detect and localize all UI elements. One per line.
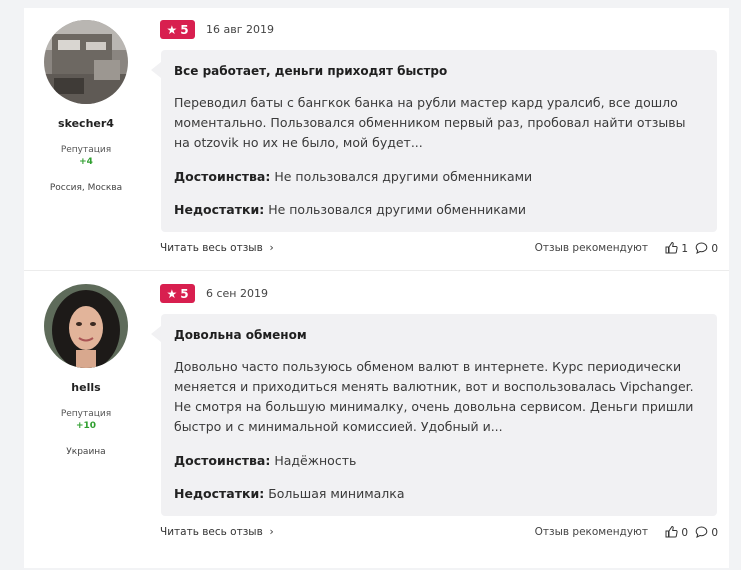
read-more-label: Читать весь отзыв <box>160 526 263 538</box>
username[interactable]: hells <box>24 381 148 394</box>
review-title[interactable]: Довольна обменом <box>174 328 307 342</box>
review-footer: Читать весь отзыв › Отзыв рекомендуют 0 … <box>160 526 718 544</box>
review-title[interactable]: Все работает, деньги приходят быстро <box>174 64 447 78</box>
review-item: hells Репутация +10 Украина ★ 5 6 сен 20… <box>24 270 729 570</box>
like-count: 1 <box>681 243 688 255</box>
like-button[interactable]: 1 <box>665 242 688 255</box>
cons-text: Не пользовался другими обменниками <box>268 202 527 217</box>
rating-value: 5 <box>180 286 189 301</box>
reviews-card: skecher4 Репутация +4 Россия, Москва ★ 5… <box>24 8 729 568</box>
rating-badge: ★ 5 <box>160 20 195 39</box>
read-more-link[interactable]: Читать весь отзыв › <box>160 242 274 254</box>
review-pros: Достоинства: Не пользовался другими обме… <box>174 169 532 184</box>
reputation-value: +4 <box>79 157 93 167</box>
recommend-label: Отзыв рекомендуют <box>534 242 648 254</box>
read-more-link[interactable]: Читать весь отзыв › <box>160 526 274 538</box>
review-pros: Достоинства: Надёжность <box>174 453 356 468</box>
review-text: Довольно часто пользуюсь обменом валют в… <box>174 359 694 434</box>
review-text: Переводил баты с бангкок банка на рубли … <box>174 95 686 150</box>
user-location: Украина <box>66 447 106 457</box>
review-date: 16 авг 2019 <box>206 23 274 36</box>
username[interactable]: skecher4 <box>24 117 148 130</box>
star-icon: ★ <box>166 22 178 37</box>
recommend-label: Отзыв рекомендуют <box>534 526 648 538</box>
comments-button[interactable]: 0 <box>695 242 718 255</box>
cons-label: Недостатки: <box>174 486 265 501</box>
comment-count: 0 <box>711 243 718 255</box>
avatar[interactable] <box>44 20 128 104</box>
review-body: Довольна обменом Довольно часто пользуюс… <box>151 314 717 516</box>
chevron-right-icon: › <box>266 526 274 538</box>
user-location: Россия, Москва <box>49 183 123 193</box>
pros-label: Достоинства: <box>174 169 271 184</box>
comment-icon <box>695 526 708 538</box>
read-more-label: Читать весь отзыв <box>160 242 263 254</box>
cons-label: Недостатки: <box>174 202 265 217</box>
rating-badge: ★ 5 <box>160 284 195 303</box>
review-cons: Недостатки: Большая минималка <box>174 486 405 501</box>
review-body: Все работает, деньги приходят быстро Пер… <box>151 50 717 232</box>
review-date: 6 сен 2019 <box>206 287 268 300</box>
pros-label: Достоинства: <box>174 453 271 468</box>
avatar[interactable] <box>44 284 128 368</box>
review-cons: Недостатки: Не пользовался другими обмен… <box>174 202 526 217</box>
reputation-label: Репутация <box>60 145 112 155</box>
comment-icon <box>695 242 708 254</box>
star-icon: ★ <box>166 286 178 301</box>
reputation-label: Репутация <box>60 409 112 419</box>
thumbs-up-icon <box>665 242 678 254</box>
comment-count: 0 <box>711 527 718 539</box>
pros-text: Не пользовался другими обменниками <box>274 169 533 184</box>
pros-text: Надёжность <box>274 453 357 468</box>
thumbs-up-icon <box>665 526 678 538</box>
review-footer: Читать весь отзыв › Отзыв рекомендуют 1 … <box>160 242 718 260</box>
like-count: 0 <box>681 527 688 539</box>
chevron-right-icon: › <box>266 242 274 254</box>
rating-value: 5 <box>180 22 189 37</box>
comments-button[interactable]: 0 <box>695 526 718 539</box>
review-item: skecher4 Репутация +4 Россия, Москва ★ 5… <box>24 8 729 270</box>
reputation-value: +10 <box>75 421 97 431</box>
like-button[interactable]: 0 <box>665 526 688 539</box>
cons-text: Большая минималка <box>268 486 405 501</box>
